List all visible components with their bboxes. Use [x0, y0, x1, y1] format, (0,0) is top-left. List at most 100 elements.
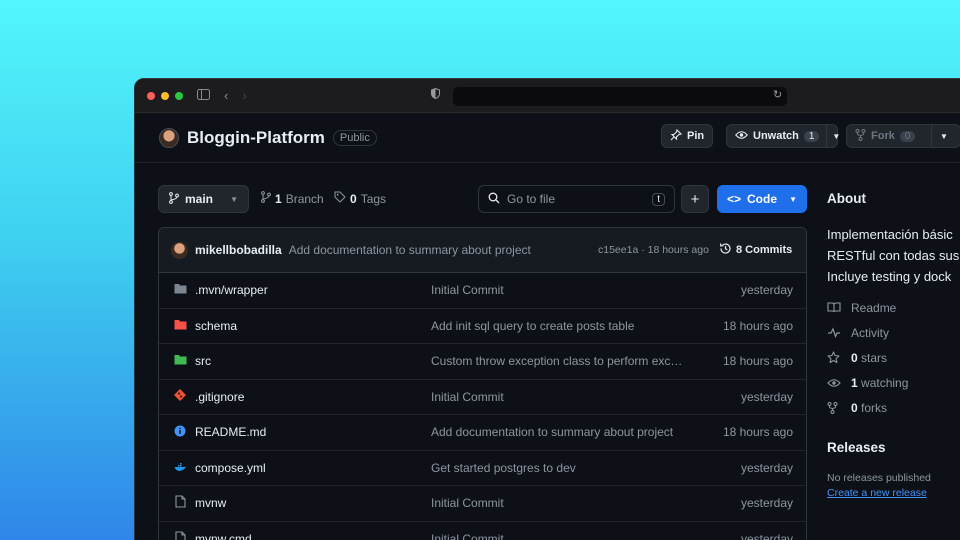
fork-button[interactable]: Fork 0 — [846, 124, 934, 148]
pin-icon — [670, 128, 683, 144]
repo-description: Implementación básic RESTful con todas s… — [827, 224, 960, 287]
sidebar-icon[interactable] — [197, 88, 210, 103]
file-commit-date: 18 hours ago — [722, 425, 793, 440]
browser-window: ‹ › ↻ Bloggin-Platform Public Pin Unwatc… — [134, 78, 960, 540]
description-line: RESTful con todas sus — [827, 248, 960, 263]
file-row[interactable]: mvnw.cmd Initial Commit yesterday — [159, 522, 806, 540]
browser-titlebar: ‹ › ↻ — [135, 79, 960, 113]
about-stat-fork[interactable]: 0 forks — [827, 395, 960, 420]
about-stat-book[interactable]: Readme — [827, 295, 960, 320]
stat-count: 0 — [851, 350, 858, 365]
file-name[interactable]: mvnw — [195, 496, 226, 510]
file-name[interactable]: compose.yml — [195, 461, 266, 475]
folder-icon — [173, 354, 187, 368]
stat-label: stars — [861, 350, 888, 365]
commit-meta[interactable]: c15ee1a · 18 hours ago — [598, 244, 709, 256]
file-row[interactable]: .gitignore Initial Commit yesterday — [159, 380, 806, 415]
description-line: Implementación básic — [827, 227, 953, 242]
tag-icon — [334, 191, 346, 206]
stat-label: watching — [861, 375, 909, 390]
file-row[interactable]: .mvn/wrapper Initial Commit yesterday — [159, 273, 806, 309]
caret-down-icon[interactable]: ▼ — [832, 132, 840, 141]
file-name[interactable]: .gitignore — [195, 390, 244, 404]
fork-dropdown-button[interactable]: ▼ — [931, 124, 960, 148]
pin-label: Pin — [687, 130, 705, 142]
description-line: Incluye testing y dock — [827, 269, 952, 284]
file-name[interactable]: schema — [195, 319, 237, 333]
unwatch-button[interactable]: Unwatch 1 ▼ — [726, 124, 840, 148]
branch-label: Branch — [285, 191, 324, 206]
watch-count: 1 — [803, 130, 820, 142]
owner-avatar[interactable] — [159, 127, 179, 148]
book-icon — [827, 302, 842, 313]
file-commit-date: yesterday — [740, 531, 793, 540]
pulse-icon — [827, 327, 842, 338]
go-to-file-input[interactable]: Go to file t — [478, 185, 675, 213]
code-label: Code — [747, 192, 778, 206]
tags-link[interactable]: 0 Tags — [334, 191, 386, 206]
stat-count: 0 — [851, 400, 858, 415]
commits-link[interactable]: 8 Commits — [719, 242, 792, 258]
file-name[interactable]: README.md — [195, 425, 266, 439]
branch-select[interactable]: main ▼ — [158, 185, 249, 213]
add-file-button[interactable]: + — [681, 185, 709, 213]
folder-icon — [173, 283, 187, 297]
file-commit-message[interactable]: Custom throw exception class to perform … — [431, 354, 686, 368]
caret-down-icon: ▼ — [940, 131, 948, 141]
file-commit-message[interactable]: Get started postgres to dev — [431, 461, 686, 475]
commit-author[interactable]: mikellbobadilla — [195, 243, 282, 257]
about-stat-star[interactable]: 0 stars — [827, 345, 960, 370]
minimize-window-button[interactable] — [161, 91, 169, 100]
file-row[interactable]: README.md Add documentation to summary ab… — [159, 415, 806, 451]
shield-icon — [431, 87, 440, 102]
commit-count: 8 Commits — [736, 244, 793, 256]
file-commit-message[interactable]: Add init sql query to create posts table — [431, 319, 686, 333]
commit-message[interactable]: Add documentation to summary about proje… — [289, 243, 531, 257]
file-commit-message[interactable]: Initial Commit — [431, 496, 686, 510]
tag-count: 0 — [350, 191, 357, 206]
file-commit-message[interactable]: Initial Commit — [431, 390, 686, 404]
file-commit-date: yesterday — [740, 283, 793, 298]
chevron-right-icon[interactable]: › — [242, 88, 246, 103]
divider — [826, 125, 828, 147]
file-name[interactable]: .mvn/wrapper — [195, 283, 268, 297]
repo-title[interactable]: Bloggin-Platform — [187, 128, 325, 148]
file-row[interactable]: compose.yml Get started postgres to dev ye… — [159, 451, 806, 486]
eye-icon — [827, 378, 842, 388]
stat-label: Readme — [851, 300, 897, 315]
file-icon — [173, 495, 187, 511]
file-commit-message[interactable]: Initial Commit — [431, 532, 686, 540]
branch-icon — [169, 191, 179, 207]
fork-icon — [855, 128, 866, 144]
reload-icon[interactable]: ↻ — [773, 88, 782, 101]
file-commit-message[interactable]: Initial Commit — [431, 283, 686, 297]
file-commit-date: yesterday — [740, 389, 793, 404]
create-release-link[interactable]: Create a new release — [827, 487, 960, 499]
file-row[interactable]: src Custom throw exception class to perfo… — [159, 344, 806, 380]
code-button[interactable]: <> Code ▼ — [717, 185, 807, 213]
caret-down-icon: ▼ — [789, 194, 797, 204]
file-name[interactable]: mvnw.cmd — [195, 532, 252, 540]
file-row[interactable]: mvnw Initial Commit yesterday — [159, 486, 806, 522]
file-commit-message[interactable]: Add documentation to summary about proje… — [431, 425, 686, 439]
author-avatar[interactable] — [171, 241, 188, 259]
releases-none-text: No releases published — [827, 472, 931, 484]
file-row[interactable]: schema Add init sql query to create posts… — [159, 309, 806, 344]
chevron-left-icon[interactable]: ‹ — [224, 88, 228, 103]
branches-link[interactable]: 1 Branch — [261, 191, 324, 206]
search-placeholder: Go to file — [507, 192, 556, 206]
plus-icon: + — [690, 190, 700, 208]
branch-icon — [261, 191, 271, 206]
close-window-button[interactable] — [147, 91, 155, 100]
tag-label: Tags — [360, 191, 387, 206]
file-browser: mikellbobadilla Add documentation to sum… — [158, 227, 807, 540]
releases-title[interactable]: Releases — [827, 440, 960, 455]
folder-icon — [173, 319, 187, 333]
maximize-window-button[interactable] — [175, 91, 183, 100]
about-stat-eye[interactable]: 1 watching — [827, 370, 960, 395]
about-stat-pulse[interactable]: Activity — [827, 320, 960, 345]
file-name[interactable]: src — [195, 354, 211, 368]
pin-button[interactable]: Pin — [661, 124, 714, 148]
address-bar[interactable] — [453, 87, 787, 106]
stat-label: Activity — [851, 325, 890, 340]
